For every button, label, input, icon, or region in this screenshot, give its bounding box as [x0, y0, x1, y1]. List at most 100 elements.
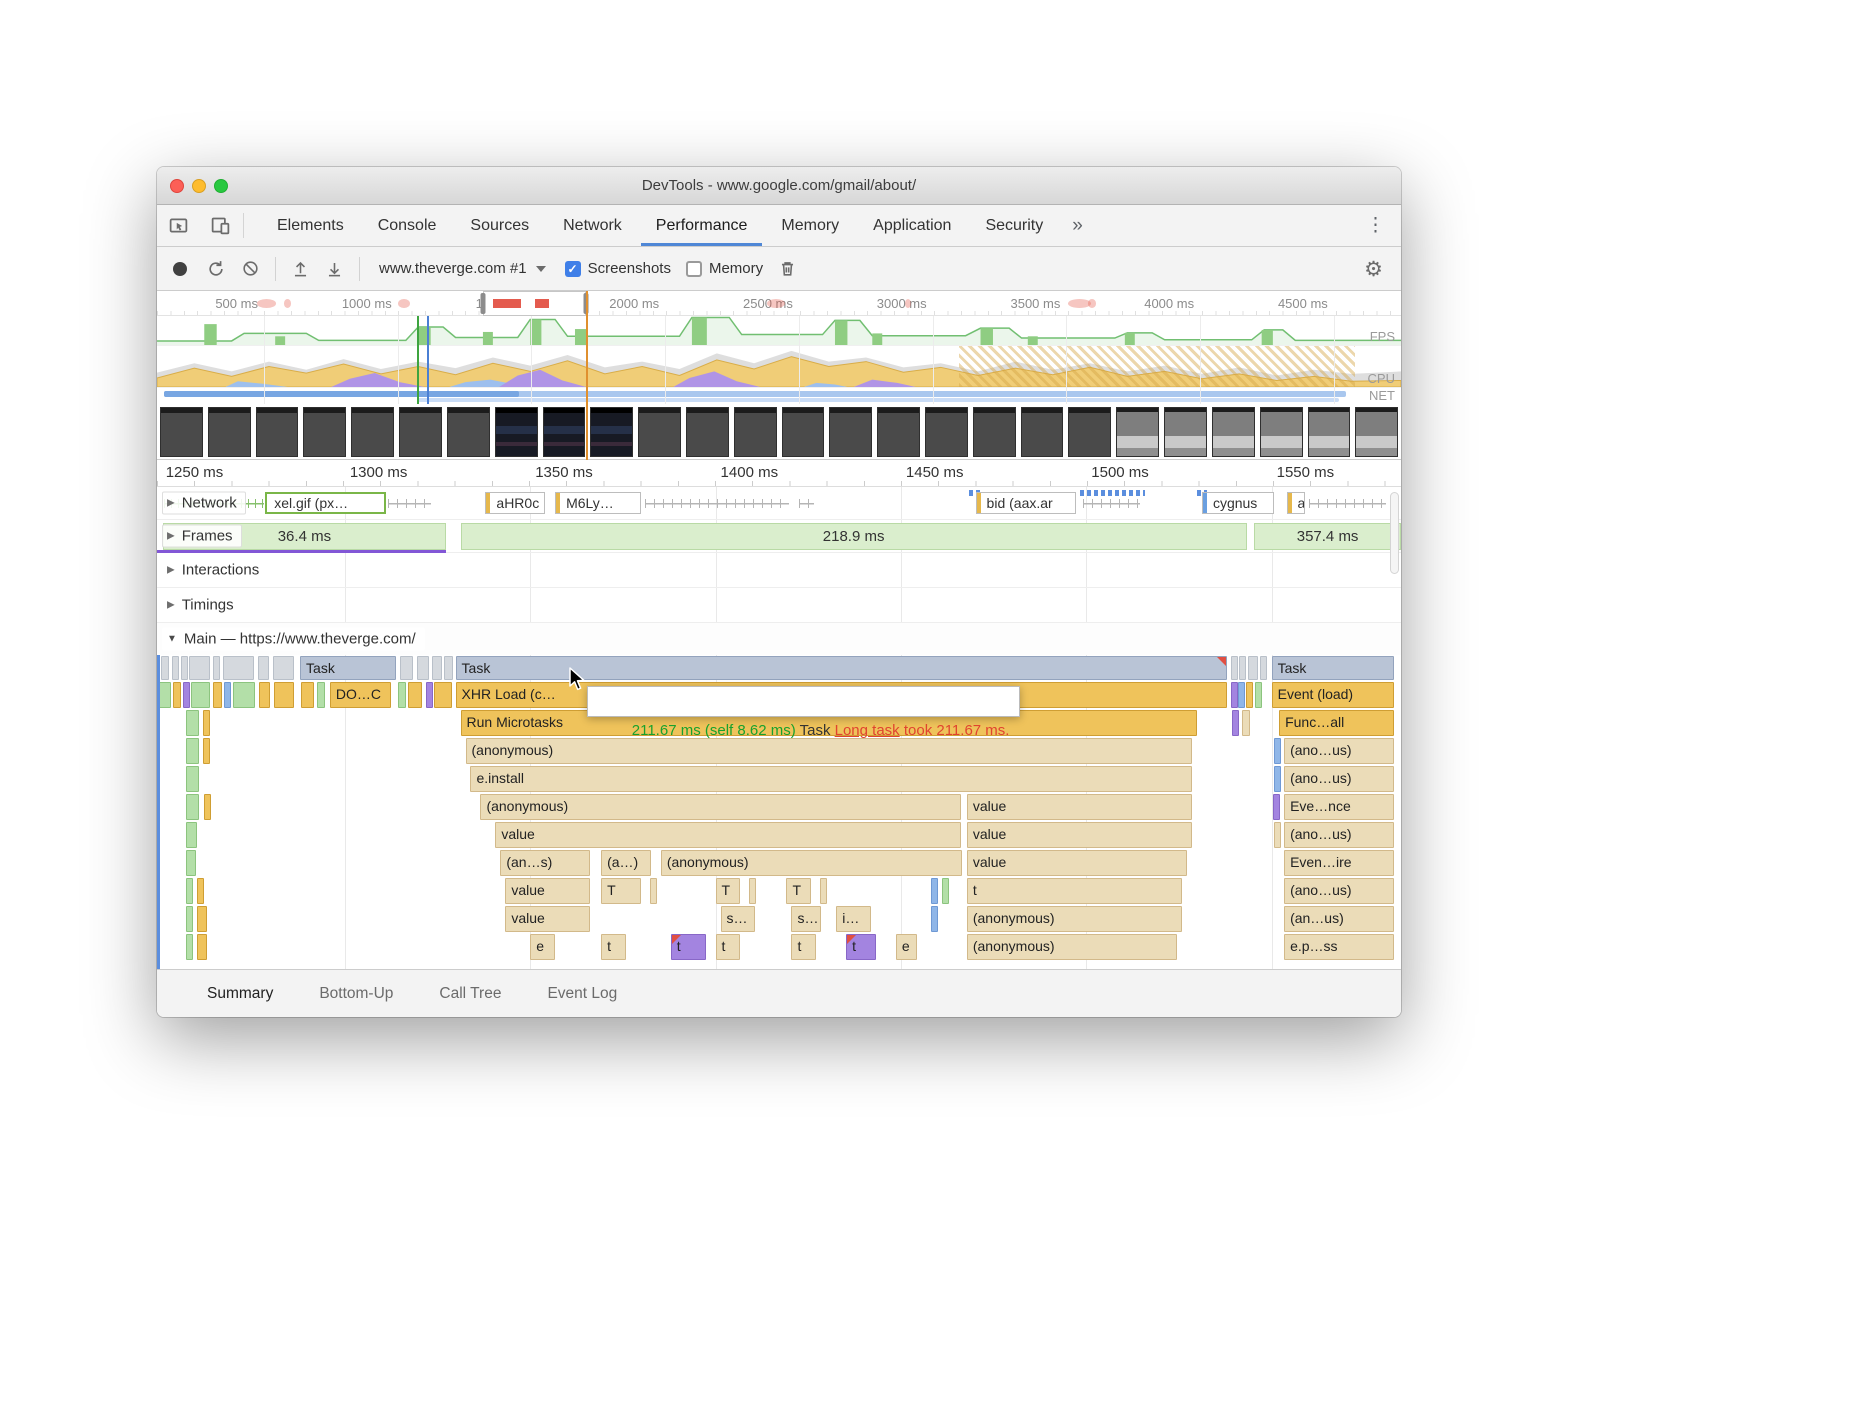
flame-bar[interactable]	[1231, 656, 1238, 680]
long-task-link[interactable]: Long task	[835, 722, 900, 739]
bottom-tab-bottom-up[interactable]: Bottom-Up	[319, 985, 393, 1003]
flame-bar[interactable]	[317, 682, 324, 708]
flame-bar[interactable]	[1274, 822, 1281, 848]
filmstrip-thumbnail[interactable]	[1355, 407, 1398, 457]
filmstrip-thumbnail[interactable]	[1260, 407, 1303, 457]
filmstrip-thumbnail[interactable]	[829, 407, 872, 457]
flame-bar[interactable]	[1273, 794, 1280, 820]
flame-bar-e[interactable]: e	[896, 934, 917, 960]
filmstrip-thumbnail[interactable]	[1021, 407, 1064, 457]
filmstrip-thumbnail[interactable]	[208, 407, 251, 457]
flame-bar-anonymous[interactable]: (anonymous)	[661, 850, 962, 876]
flame-bar[interactable]	[931, 878, 938, 904]
flame-bar-t[interactable]: T	[786, 878, 811, 904]
filmstrip-thumbnail[interactable]	[160, 407, 203, 457]
flame-bar-s[interactable]: s…	[791, 906, 821, 932]
flame-bar-anonymous[interactable]: (anonymous)	[967, 906, 1182, 932]
flame-bar[interactable]	[820, 878, 827, 904]
flame-bar-an-us[interactable]: (an…us)	[1284, 906, 1393, 932]
flame-bar-anonymous[interactable]: (anonymous)	[967, 934, 1177, 960]
flame-bar-do-c[interactable]: DO…C	[330, 682, 391, 708]
bottom-tab-call-tree[interactable]: Call Tree	[439, 985, 501, 1003]
reload-button[interactable]	[206, 259, 226, 279]
clear-button[interactable]	[241, 259, 260, 278]
flame-bar[interactable]	[408, 682, 422, 708]
flame-bar[interactable]	[223, 656, 254, 680]
flame-bar[interactable]	[197, 906, 207, 932]
tab-network[interactable]: Network	[546, 205, 639, 246]
flame-bar-t[interactable]: t	[791, 934, 816, 960]
flame-bar[interactable]	[398, 682, 405, 708]
flame-bar[interactable]	[1231, 682, 1238, 708]
selection-handle-left[interactable]	[480, 293, 485, 314]
flame-bar[interactable]	[432, 656, 442, 680]
flame-bar-even-ire[interactable]: Even…ire	[1284, 850, 1393, 876]
flame-bar[interactable]	[159, 682, 170, 708]
network-request[interactable]: xel.gif (px…	[265, 492, 386, 514]
tab-performance[interactable]: Performance	[639, 205, 765, 246]
flame-bar-value[interactable]: value	[967, 794, 1192, 820]
tab-elements[interactable]: Elements	[260, 205, 361, 246]
flame-bar[interactable]	[1246, 682, 1253, 708]
profile-select[interactable]: www.theverge.com #1	[375, 260, 550, 277]
flame-bar[interactable]	[181, 656, 188, 680]
network-request[interactable]: a	[1287, 492, 1306, 514]
flame-bar[interactable]	[931, 906, 938, 932]
interactions-track-toggle[interactable]: ▶ Interactions	[162, 559, 268, 582]
flame-bar-t[interactable]: t	[716, 934, 741, 960]
flame-bar[interactable]	[426, 682, 433, 708]
flame-bar[interactable]	[191, 682, 211, 708]
flame-bar[interactable]	[186, 794, 200, 820]
vertical-scrollbar[interactable]	[1390, 492, 1399, 574]
flame-bar[interactable]	[259, 682, 270, 708]
filmstrip-thumbnail[interactable]	[973, 407, 1016, 457]
flame-bar[interactable]	[204, 794, 211, 820]
save-profile-button[interactable]	[325, 259, 344, 278]
filmstrip-thumbnail[interactable]	[638, 407, 681, 457]
frames-track-toggle[interactable]: ▶ Frames	[162, 525, 242, 548]
flame-bar[interactable]	[186, 906, 193, 932]
filmstrip-thumbnail[interactable]	[1212, 407, 1255, 457]
flame-bar[interactable]	[213, 682, 222, 708]
flame-bar-task[interactable]: Task	[300, 656, 396, 680]
flame-bar[interactable]	[186, 850, 196, 876]
flame-bar[interactable]	[942, 878, 949, 904]
timings-track-toggle[interactable]: ▶ Timings	[162, 594, 243, 617]
flame-bar[interactable]	[224, 682, 231, 708]
flame-bar[interactable]	[1255, 682, 1262, 708]
filmstrip-thumbnail[interactable]	[447, 407, 490, 457]
filmstrip-thumbnail[interactable]	[1308, 407, 1351, 457]
flame-bar-t[interactable]: T	[716, 878, 741, 904]
flame-bar-task[interactable]: Task	[1272, 656, 1394, 680]
timeline-overview[interactable]: 500 ms1000 ms1500 ms2000 ms2500 ms3000 m…	[157, 291, 1401, 460]
flame-bar[interactable]	[186, 738, 200, 764]
flame-bar[interactable]	[161, 656, 170, 680]
tab-application[interactable]: Application	[856, 205, 968, 246]
main-flame-chart[interactable]: 211.67 ms (self 8.62 ms) Task Long task …	[157, 655, 1401, 969]
filmstrip-thumbnail[interactable]	[399, 407, 442, 457]
flame-bar-t[interactable]: t	[967, 878, 1182, 904]
inspect-element-button[interactable]	[157, 205, 199, 246]
flame-bar[interactable]	[197, 878, 204, 904]
filmstrip-thumbnail[interactable]	[543, 407, 586, 457]
filmstrip-thumbnail[interactable]	[590, 407, 633, 457]
filmstrip-thumbnail[interactable]	[1116, 407, 1159, 457]
flame-bar[interactable]	[233, 682, 255, 708]
main-track-toggle[interactable]: ▼ Main — https://www.theverge.com/	[162, 628, 425, 651]
filmstrip-thumbnail[interactable]	[877, 407, 920, 457]
flame-bar-func-all[interactable]: Func…all	[1279, 710, 1393, 736]
filmstrip-thumbnail[interactable]	[303, 407, 346, 457]
flame-bar[interactable]	[1238, 682, 1245, 708]
tab-security[interactable]: Security	[968, 205, 1060, 246]
more-tabs-icon[interactable]: »	[1060, 205, 1095, 246]
flame-bar[interactable]	[213, 656, 220, 680]
minimize-button[interactable]	[192, 179, 206, 193]
flame-bar-value[interactable]: value	[495, 822, 960, 848]
flame-bar[interactable]	[1248, 656, 1258, 680]
filmstrip-thumbnail[interactable]	[1068, 407, 1111, 457]
flame-bar-e-install[interactable]: e.install	[470, 766, 1192, 792]
flame-bar-ano-us[interactable]: (ano…us)	[1284, 878, 1393, 904]
flame-bar[interactable]	[186, 822, 197, 848]
frame-block[interactable]: 218.9 ms	[461, 523, 1247, 550]
flame-bar[interactable]	[186, 934, 193, 960]
